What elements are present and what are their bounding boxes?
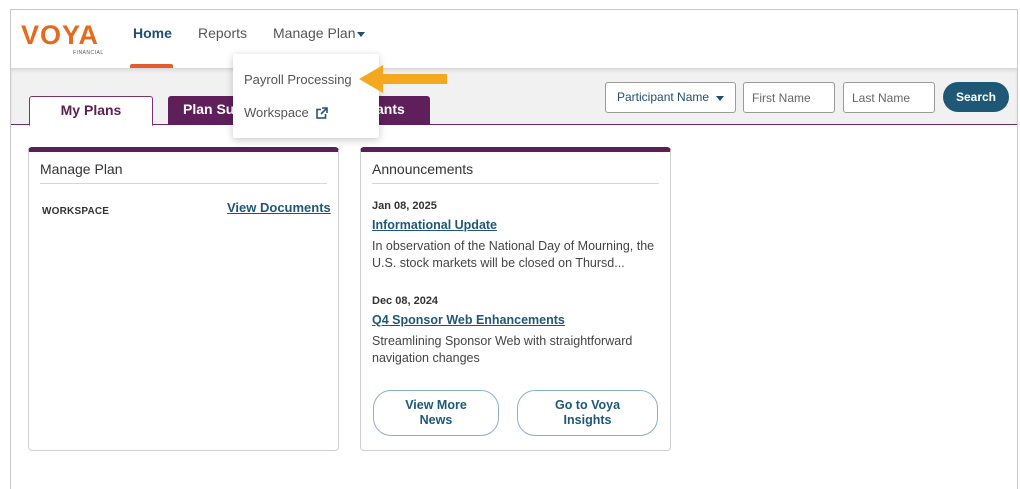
announcement-body: Streamlining Sponsor Web with straightfo… <box>372 334 633 365</box>
go-to-voya-insights-button[interactable]: Go to Voya Insights <box>517 390 658 436</box>
button-label-line: View More <box>405 398 467 412</box>
card-title: Manage Plan <box>40 161 123 177</box>
divider <box>372 183 659 184</box>
workspace-label: WORKSPACE <box>42 206 110 217</box>
view-more-news-button[interactable]: View More News <box>373 390 499 436</box>
manage-plan-card: Manage Plan WORKSPACE View Documents <box>28 147 339 451</box>
pointer-arrow-icon <box>359 65 447 93</box>
logo-subtext: FINANCIAL <box>73 50 104 56</box>
manage-plan-dropdown: Payroll Processing Workspace <box>233 54 379 138</box>
first-name-input[interactable] <box>743 82 835 113</box>
announcement-date: Jan 08, 2025 <box>372 200 437 212</box>
select-value: Participant Name <box>617 90 710 104</box>
tab-plan-summary-label: Plan Su <box>183 101 235 117</box>
tab-my-plans[interactable]: My Plans <box>29 96 153 126</box>
logo-wordmark: VOYA <box>21 20 100 50</box>
voya-logo[interactable]: VOYA FINANCIAL <box>21 20 104 56</box>
divider <box>40 183 327 184</box>
menu-item-workspace-label: Workspace <box>244 105 309 120</box>
nav-reports[interactable]: Reports <box>198 25 247 41</box>
chevron-down-icon <box>716 96 724 101</box>
announcement-title-link[interactable]: Informational Update <box>372 218 497 232</box>
last-name-input[interactable] <box>843 82 935 113</box>
chevron-down-icon[interactable] <box>357 32 365 37</box>
participant-search-type-select[interactable]: Participant Name <box>605 82 736 113</box>
button-label-line: Go to Voya <box>554 398 621 412</box>
announcement-body: In observation of the National Day of Mo… <box>372 239 655 270</box>
nav-home[interactable]: Home <box>133 25 172 41</box>
nav-manage-plan[interactable]: Manage Plan <box>273 25 356 41</box>
button-label-line: Insights <box>563 413 612 427</box>
menu-item-payroll-processing[interactable]: Payroll Processing <box>244 72 352 87</box>
search-button[interactable]: Search <box>943 82 1009 112</box>
card-title: Announcements <box>372 161 474 177</box>
external-link-icon <box>316 107 329 119</box>
button-label-line: News <box>419 413 453 427</box>
announcement-date: Dec 08, 2024 <box>372 295 439 307</box>
top-navigation: VOYA FINANCIAL Home Reports Manage Plan <box>11 10 1017 69</box>
menu-item-workspace[interactable]: Workspace <box>244 105 329 120</box>
announcements-card: Announcements Jan 08, 2025 Informational… <box>360 147 671 451</box>
app-frame: VOYA FINANCIAL Home Reports Manage Plan … <box>10 9 1018 489</box>
view-documents-link[interactable]: View Documents <box>227 200 331 215</box>
announcement-title-link[interactable]: Q4 Sponsor Web Enhancements <box>372 313 565 327</box>
